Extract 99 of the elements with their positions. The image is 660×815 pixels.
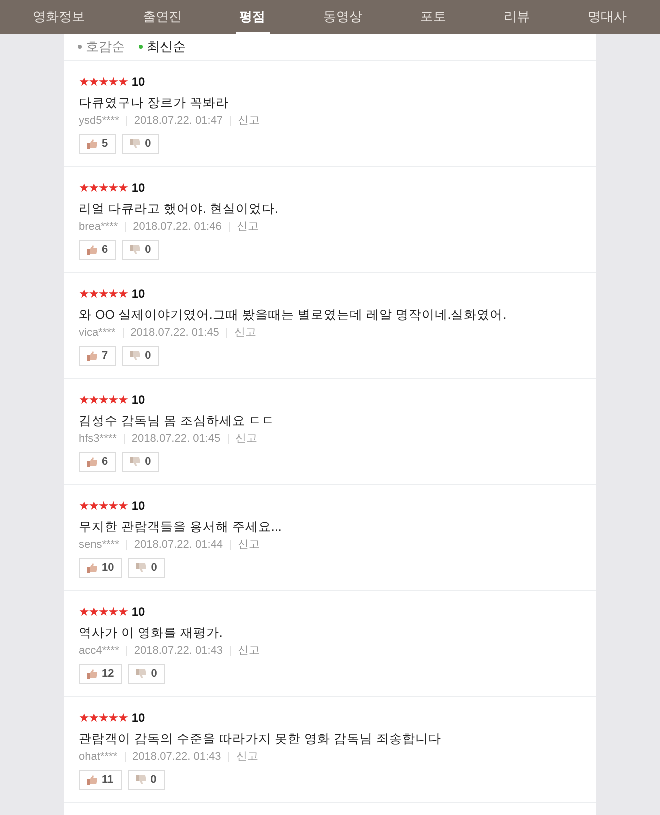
star-icon: ★ xyxy=(118,393,128,407)
star-icon: ★ xyxy=(79,711,89,725)
thumbs-up-icon xyxy=(87,563,98,573)
star-icon: ★ xyxy=(108,605,118,619)
user-id: vica**** xyxy=(79,326,116,341)
star-icon: ★ xyxy=(79,393,89,407)
review-text: 와 OO 실제이야기였어.그때 봤을때는 별로였는데 레알 명작이네.실화였어. xyxy=(79,307,508,324)
sort-option[interactable]: 최신순 xyxy=(139,38,186,56)
star-icon: ★ xyxy=(88,499,99,513)
star-icon: ★ xyxy=(88,393,99,407)
star-icon: ★ xyxy=(98,393,108,407)
thumbs-down-icon xyxy=(130,245,142,255)
thumbs-down-icon xyxy=(136,775,147,785)
thumbs-up-icon xyxy=(87,351,98,361)
review-date: 2018.07.22. 01:45 xyxy=(130,326,220,341)
like-button[interactable]: 12 xyxy=(79,664,122,684)
star-icon: ★ xyxy=(98,711,108,725)
like-button[interactable]: 10 xyxy=(79,558,122,578)
user-id: hfs3**** xyxy=(79,432,117,447)
review-date: 2018.07.22. 01:43 xyxy=(132,750,222,765)
star-icon: ★ xyxy=(88,75,99,89)
thumbs-down-icon xyxy=(136,669,148,679)
review-date: 2018.07.22. 01:43 xyxy=(134,644,224,659)
star-icon: ★ xyxy=(79,605,89,619)
rating-score: 10 xyxy=(132,393,146,407)
review-text: 역사가 이 영화를 재평가. xyxy=(79,625,224,642)
thumbs-up-icon xyxy=(87,139,98,149)
star-icon: ★ xyxy=(108,75,118,89)
rating-score: 10 xyxy=(132,711,146,725)
rating-score: 10 xyxy=(132,75,146,89)
thumbs-up-icon xyxy=(87,245,98,255)
nav-tab[interactable]: 출연진 xyxy=(138,0,186,34)
thumbs-up-icon xyxy=(87,669,98,679)
rating-score: 10 xyxy=(132,499,146,513)
star-icon: ★ xyxy=(108,711,118,725)
star-icon: ★ xyxy=(88,605,99,619)
star-icon: ★ xyxy=(108,287,118,301)
review-text: 김성수 감독님 몸 조심하세요 ㄷㄷ xyxy=(79,413,276,430)
dislike-button[interactable]: 0 xyxy=(122,346,160,366)
review-text: 관람객이 감독의 수준을 따라가지 못한 영화 감독님 죄송합니다 xyxy=(79,731,442,748)
rating-score: 10 xyxy=(132,287,146,301)
star-icon: ★ xyxy=(108,499,118,513)
review-date: 2018.07.22. 01:45 xyxy=(132,432,221,447)
user-id: ohat**** xyxy=(79,750,118,765)
star-icon: ★ xyxy=(118,75,128,89)
star-icon: ★ xyxy=(98,499,108,513)
user-id: ysd5**** xyxy=(79,114,120,129)
like-button[interactable]: 11 xyxy=(79,770,122,790)
star-icon: ★ xyxy=(88,711,99,725)
like-button[interactable]: 6 xyxy=(79,240,116,260)
review-text: 다큐였구나 장르가 꼭봐라 xyxy=(79,95,230,112)
dislike-button[interactable]: 0 xyxy=(128,664,166,684)
star-icon: ★ xyxy=(108,181,118,195)
star-icon: ★ xyxy=(98,605,108,619)
sort-option[interactable]: 호감순 xyxy=(78,38,125,56)
star-icon: ★ xyxy=(118,711,128,725)
user-id: sens**** xyxy=(79,538,120,553)
star-icon: ★ xyxy=(98,287,108,301)
thumbs-down-icon xyxy=(136,563,148,573)
star-icon: ★ xyxy=(88,287,99,301)
nav-tab[interactable]: 리뷰 xyxy=(500,0,534,34)
dislike-button[interactable]: 0 xyxy=(122,134,160,154)
star-icon: ★ xyxy=(98,181,108,195)
review-text: 리얼 다큐라고 했어야. 현실이었다. xyxy=(79,201,280,218)
review-date: 2018.07.22. 01:47 xyxy=(134,114,224,129)
star-icon: ★ xyxy=(108,393,118,407)
review-text: 무지한 관람객들을 용서해 주세요... xyxy=(79,519,283,536)
nav-tab[interactable]: 포토 xyxy=(416,0,450,34)
star-icon: ★ xyxy=(118,499,128,513)
nav-tab[interactable]: 동영상 xyxy=(319,0,366,34)
user-id: acc4**** xyxy=(79,644,120,659)
star-icon: ★ xyxy=(98,75,108,89)
rating-score: 10 xyxy=(132,605,146,619)
thumbs-down-icon xyxy=(130,351,142,361)
review-date: 2018.07.22. 01:44 xyxy=(134,538,224,553)
nav-tab[interactable]: 명대사 xyxy=(584,0,631,34)
thumbs-down-icon xyxy=(130,139,142,149)
dislike-button[interactable]: 0 xyxy=(122,240,160,260)
dislike-button[interactable]: 0 xyxy=(128,770,165,790)
thumbs-up-icon xyxy=(87,457,98,467)
user-id: brea**** xyxy=(79,220,118,235)
thumbs-up-icon xyxy=(87,775,98,785)
dislike-button[interactable]: 0 xyxy=(122,452,160,472)
nav-tab[interactable]: 영화정보 xyxy=(28,0,89,34)
star-icon: ★ xyxy=(79,181,89,195)
star-icon: ★ xyxy=(79,499,89,513)
star-icon: ★ xyxy=(118,181,128,195)
star-icon: ★ xyxy=(88,181,99,195)
like-button[interactable]: 7 xyxy=(79,346,116,366)
rating-score: 10 xyxy=(132,181,146,195)
star-icon: ★ xyxy=(118,605,128,619)
like-button[interactable]: 5 xyxy=(79,134,116,154)
star-icon: ★ xyxy=(118,287,128,301)
star-icon: ★ xyxy=(79,75,89,89)
review-date: 2018.07.22. 01:46 xyxy=(133,220,222,235)
like-button[interactable]: 6 xyxy=(79,452,116,472)
thumbs-down-icon xyxy=(130,457,142,467)
star-icon: ★ xyxy=(79,287,89,301)
dislike-button[interactable]: 0 xyxy=(128,558,166,578)
